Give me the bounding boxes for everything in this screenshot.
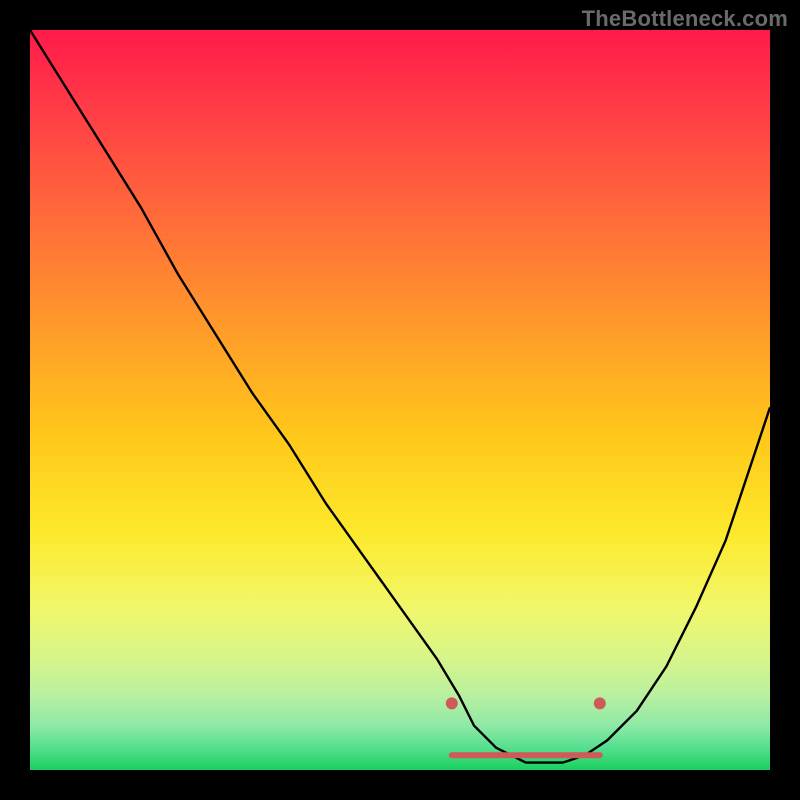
chart-plot-area xyxy=(30,30,770,770)
flat-segment-right-dot xyxy=(594,697,606,709)
bottleneck-curve-line xyxy=(30,30,770,763)
watermark-text: TheBottleneck.com xyxy=(582,6,788,32)
flat-segment-left-dot xyxy=(446,697,458,709)
chart-svg xyxy=(30,30,770,770)
